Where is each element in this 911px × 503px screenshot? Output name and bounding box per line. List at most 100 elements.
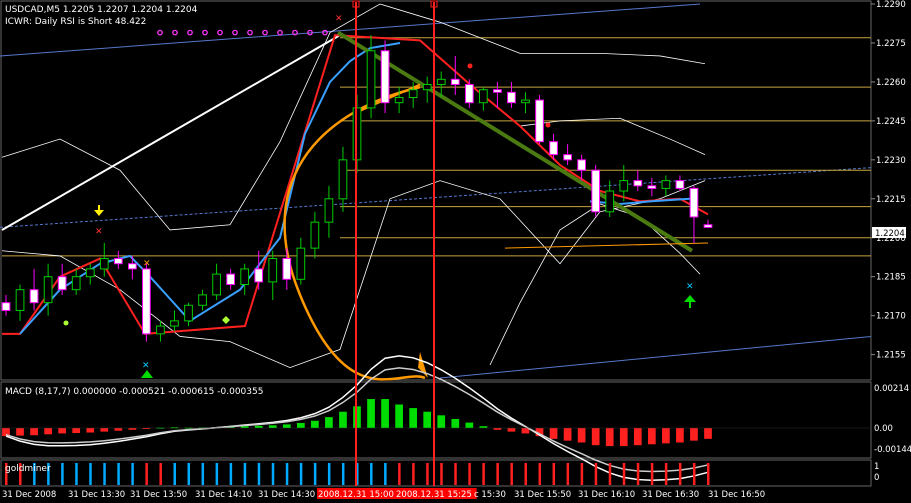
goldminer-bar bbox=[496, 463, 499, 485]
macd-bar bbox=[30, 428, 38, 436]
goldminer-bar bbox=[187, 463, 191, 485]
goldminer-bar bbox=[552, 463, 556, 485]
time-axis: 31 Dec 2008 31 Dec 13:30 31 Dec 13:50 31 De… bbox=[2, 488, 765, 500]
candle-body bbox=[240, 268, 250, 285]
lime-diamond bbox=[222, 316, 230, 324]
goldminer-bar bbox=[384, 463, 387, 485]
macd-bar bbox=[549, 428, 558, 439]
goldminer-bar bbox=[692, 463, 696, 485]
goldminer-bar bbox=[89, 463, 92, 485]
goldminer-bar bbox=[398, 463, 401, 485]
macd-bar bbox=[619, 428, 628, 447]
macd-bar bbox=[381, 399, 389, 428]
goldminer-bar bbox=[608, 463, 612, 485]
magenta-dot bbox=[277, 29, 283, 36]
chart-canvas: ✕✕✕✕✕ USDCAD,M5 1.2205 1.2207 1.2204 1.2… bbox=[0, 0, 911, 500]
macd-bar bbox=[563, 428, 572, 441]
candle-body bbox=[57, 276, 67, 291]
goldminer-bar bbox=[678, 463, 682, 485]
price-tick-label: 1.2290 bbox=[876, 0, 906, 10]
candle-body bbox=[85, 268, 95, 278]
goldminer-bar bbox=[75, 463, 78, 485]
candle-body bbox=[535, 99, 544, 143]
macd-bar bbox=[282, 424, 291, 428]
candle-body bbox=[619, 180, 629, 192]
magenta-dot bbox=[232, 29, 238, 36]
candle-body bbox=[464, 84, 474, 104]
candle-body bbox=[156, 325, 165, 335]
macd-bar bbox=[423, 411, 432, 428]
goldminer-bar bbox=[257, 463, 261, 485]
macd-bar bbox=[296, 422, 305, 428]
time-tick-label: 2008.12.31 15:00 bbox=[318, 490, 394, 500]
macd-bar bbox=[44, 428, 52, 435]
inner-lower-band bbox=[489, 203, 701, 366]
goldminer-bar bbox=[664, 463, 668, 485]
candle-body bbox=[170, 320, 179, 327]
cyan-x-marker-2: ✕ bbox=[686, 282, 694, 292]
time-tick-label: 31 Dec 16:50 bbox=[708, 490, 765, 500]
red-dot bbox=[545, 122, 551, 128]
price-tick-label: 1.2155 bbox=[876, 351, 906, 361]
candle-body bbox=[113, 258, 123, 265]
price-tick-label: 1.2215 bbox=[876, 195, 906, 205]
candle-body bbox=[29, 289, 39, 304]
candle-body bbox=[675, 180, 685, 189]
macd-bar bbox=[437, 415, 446, 428]
macd-bar bbox=[577, 428, 586, 443]
macd-bar bbox=[647, 428, 656, 445]
goldminer-bar bbox=[482, 463, 485, 485]
goldminer-bar bbox=[524, 463, 527, 485]
time-tick-label: 31 Dec 14:10 bbox=[195, 490, 252, 500]
goldminer-bar bbox=[145, 463, 148, 485]
green-up-triangle bbox=[141, 370, 153, 378]
time-tick-label: 31 Dec 14:30 bbox=[258, 490, 315, 500]
macd-bar bbox=[254, 425, 263, 428]
candle-body bbox=[268, 258, 278, 283]
macd-bar bbox=[325, 417, 333, 428]
candle-body bbox=[394, 97, 404, 104]
candle-body bbox=[633, 180, 643, 187]
macd-bar bbox=[633, 428, 642, 446]
goldminer-bar bbox=[468, 463, 471, 485]
price-panel-frame bbox=[0, 0, 872, 381]
macd-bar bbox=[704, 428, 712, 439]
red-x-marker-top: ✕ bbox=[335, 14, 343, 24]
goldminer-bar bbox=[285, 463, 289, 485]
candle-body bbox=[408, 89, 418, 99]
candle-body bbox=[689, 187, 699, 218]
magenta-dot bbox=[217, 29, 223, 36]
candle-body bbox=[507, 91, 516, 104]
macd-bar bbox=[690, 428, 698, 441]
price-tick-label: 1.2275 bbox=[876, 39, 906, 49]
macd-bar bbox=[86, 428, 95, 433]
cyan-x-marker: ✕ bbox=[142, 361, 150, 371]
candle-body bbox=[43, 276, 53, 304]
candle-body bbox=[703, 224, 713, 228]
candle-body bbox=[296, 247, 306, 280]
goldminer-bar bbox=[327, 463, 331, 485]
goldminer-bar bbox=[370, 463, 373, 485]
candle-body bbox=[422, 84, 432, 91]
goldminer-bar bbox=[440, 463, 443, 485]
goldminer-bar bbox=[243, 463, 247, 485]
goldminer-bar bbox=[580, 463, 584, 485]
time-tick-label: 31 Dec 16:30 bbox=[642, 490, 699, 500]
candle-body bbox=[478, 89, 488, 104]
candle-body bbox=[338, 159, 348, 200]
time-tick-label: 31 Dec 13:30 bbox=[68, 490, 125, 500]
macd-bar bbox=[339, 411, 347, 428]
goldminer-bar bbox=[215, 463, 219, 485]
candle-body bbox=[605, 190, 615, 213]
time-tick-label: 31 Dec 2008 bbox=[2, 490, 56, 500]
candle-body bbox=[15, 289, 25, 311]
candle-body bbox=[310, 221, 320, 249]
candle-body bbox=[521, 99, 530, 104]
price-tick-label: 1.2170 bbox=[876, 312, 906, 322]
magenta-dot bbox=[202, 29, 208, 36]
goldminer-bar bbox=[510, 463, 513, 485]
candle-body bbox=[282, 258, 292, 280]
candle-body bbox=[549, 141, 558, 156]
goldminer-histogram bbox=[5, 463, 710, 485]
macd-bar bbox=[58, 428, 67, 434]
